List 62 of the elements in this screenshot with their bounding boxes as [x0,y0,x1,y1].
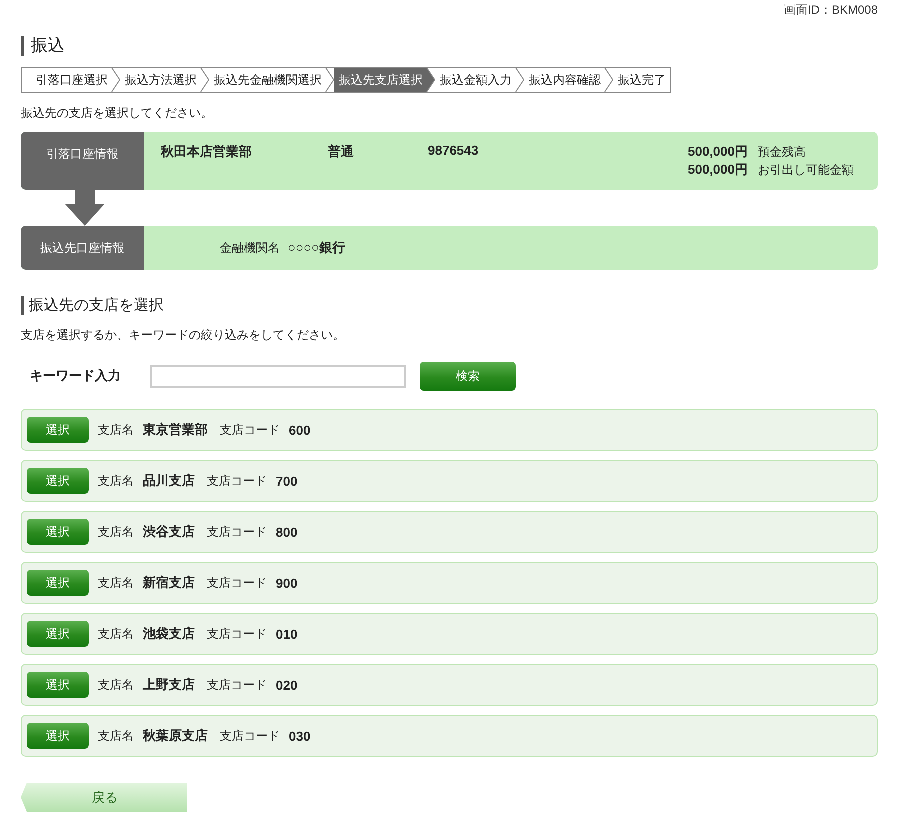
branch-code: 600 [289,422,311,438]
balance-amount: 500,000円 [687,143,748,161]
select-button[interactable]: 選択 [27,417,89,443]
keyword-field[interactable] [150,364,406,388]
branch-code: 900 [276,576,298,590]
branch-name: 品川支店 [143,472,195,490]
branch-code-label: 支店コード [220,422,280,438]
branch-code: 700 [276,474,298,488]
select-button[interactable]: 選択 [27,672,89,698]
select-button[interactable]: 選択 [27,468,89,494]
back-button[interactable]: 戻る [21,783,187,812]
branch-name: 池袋支店 [143,625,195,643]
branch-name-label: 支店名 [98,472,134,490]
branch-code-label: 支店コード [207,574,267,592]
page-title: 振込 [21,36,65,56]
account-type: 普通 [328,143,355,161]
keyword-label: キーワード入力 [29,367,122,385]
step-tab[interactable]: 振込先金融機関選択 [209,68,334,92]
branch-code-label: 支店コード [207,472,267,490]
branch-name: 東京営業部 [143,421,208,439]
step-tab[interactable]: 振込方法選択 [120,68,209,92]
balance-label: お引出し可能金額 [758,162,854,179]
branch-name: 新宿支店 [143,574,195,592]
select-button[interactable]: 選択 [27,621,89,647]
panel-label: 引落口座情報 [21,132,144,190]
branch-name-label: 支店名 [98,524,134,540]
step-tab[interactable]: 振込内容確認 [524,68,613,92]
balance-label: 預金残高 [758,144,807,161]
select-button[interactable]: 選択 [27,570,89,596]
branch-name-label: 支店名 [98,626,134,642]
screen-id: 画面ID：BKM008 [782,2,878,18]
branch-name: 秋葉原支店 [143,727,208,745]
branch-code: 030 [289,728,311,744]
branch-name-label: 支店名 [98,422,134,438]
branch-code-label: 支店コード [207,626,267,642]
panel-label: 振込先口座情報 [21,226,144,270]
section-title: 振込先の支店を選択 [21,296,164,315]
branch-code: 010 [276,626,298,642]
section-description: 支店を選択するか、キーワードの絞り込みをしてください。 [21,327,346,344]
branch-code-label: 支店コード [207,676,267,694]
bank-name: ○○○○銀行 [288,239,346,257]
branch-code-label: 支店コード [207,524,267,540]
branch-name: 渋谷支店 [143,523,195,541]
branch-name-label: 支店名 [98,574,134,592]
branch-code: 800 [276,524,298,540]
account-number: 9876543 [428,143,480,158]
down-arrow-icon [65,190,105,226]
branch-name: 上野支店 [143,676,195,694]
search-button[interactable]: 検索 [420,362,516,390]
select-button[interactable]: 選択 [27,723,89,749]
instruction-text: 振込先の支店を選択してください。 [21,105,214,122]
branch-name-label: 支店名 [98,728,134,744]
branch-name-label: 支店名 [98,676,134,694]
bank-label: 金融機関名 [220,240,280,256]
step-tab[interactable]: 振込金額入力 [435,68,524,92]
branch-code-label: 支店コード [220,728,280,744]
balance-amount: 500,000円 [687,161,748,179]
branch-name: 秋田本店営業部 [161,143,253,161]
select-button[interactable]: 選択 [27,519,89,545]
branch-code: 020 [276,678,298,692]
step-tab[interactable]: 振込完了 [613,68,670,92]
step-tab[interactable]: 引落口座選択 [22,68,120,92]
